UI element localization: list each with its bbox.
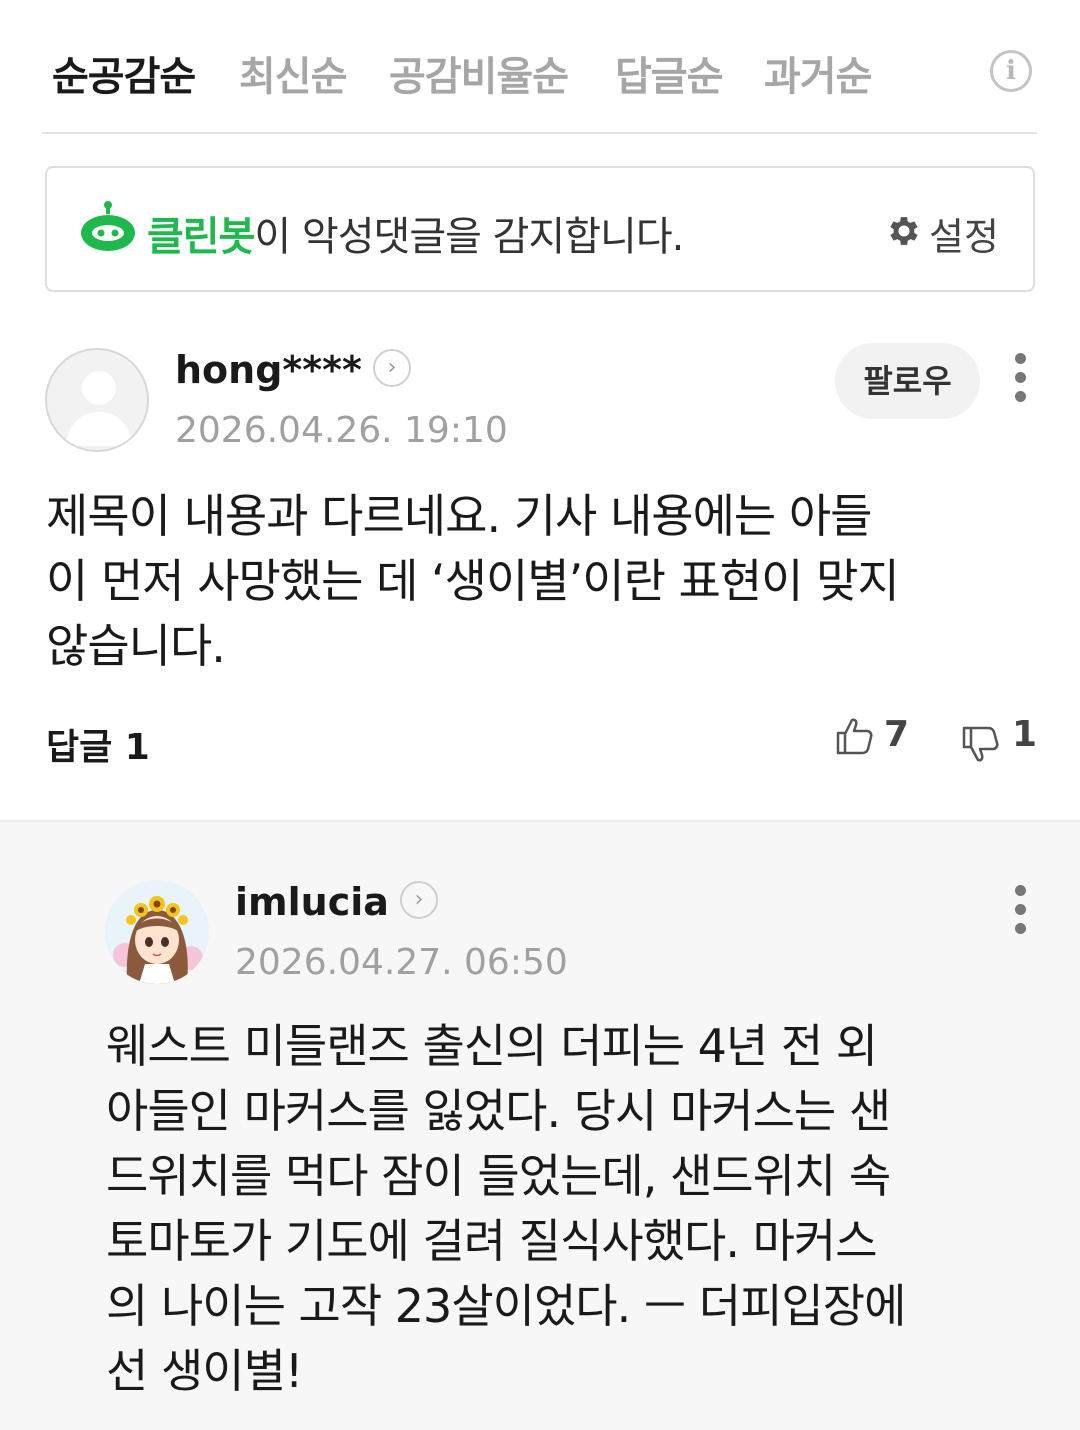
comment-timestamp: 2026.04.26. 19:10 — [175, 410, 508, 451]
comment-username[interactable]: hong**** — [175, 348, 362, 392]
reply-line: 아들인 마커스를 잃었다. 당시 마커스는 샌 — [106, 1084, 891, 1138]
reply-section: imlucia › 2026.04.27. 06:50 웨스트 미들랜즈 출신의… — [0, 820, 1080, 1430]
tab-sort-likes[interactable]: 순공감순 — [52, 44, 196, 102]
reply-line: 토마토가 기도에 걸려 질식사했다. 마커스 — [106, 1214, 878, 1268]
more-vertical-icon[interactable] — [1010, 353, 1030, 403]
reply-username[interactable]: imlucia — [235, 880, 389, 924]
tab-sort-latest[interactable]: 최신순 — [239, 44, 347, 102]
thumbs-up-icon — [836, 718, 873, 755]
info-icon[interactable]: i — [990, 50, 1032, 92]
cleanbot-message: 이 악성댓글을 감지합니다. — [254, 214, 684, 260]
like-button[interactable]: 7 — [834, 714, 910, 762]
dislike-button[interactable]: 1 — [960, 714, 1038, 768]
comment-line: 제목이 내용과 다르네요. 기사 내용에는 아들 — [46, 489, 873, 543]
follow-button[interactable]: 팔로우 — [835, 343, 980, 419]
character-avatar-icon — [105, 880, 209, 984]
chevron-right-icon[interactable]: › — [400, 881, 438, 919]
cleanbot-icon — [81, 201, 135, 251]
comment-line: 이 먼저 사망했는 데 ‘생이별’이란 표현이 맞지 — [46, 554, 900, 608]
dislike-count: 1 — [1012, 714, 1038, 755]
comment-line: 않습니다. — [46, 619, 226, 673]
reply-line: 선 생이별! — [106, 1344, 303, 1398]
cleanbot-settings-label[interactable]: 설정 — [929, 206, 999, 261]
thumbs-down-icon — [962, 726, 999, 762]
reply-button[interactable]: 답글 1 — [46, 718, 150, 770]
more-vertical-icon[interactable] — [1010, 885, 1030, 935]
sort-bar: 순공감순 최신순 공감비율순 답글순 과거순 i — [42, 0, 1037, 134]
reply-line: 웨스트 미들랜즈 출신의 더피는 4년 전 외 — [106, 1019, 878, 1073]
tab-sort-oldest[interactable]: 과거순 — [764, 44, 872, 102]
gear-icon[interactable] — [885, 212, 923, 250]
cleanbot-text: 클린봇이 악성댓글을 감지합니다. — [147, 204, 684, 262]
chevron-right-icon[interactable]: › — [373, 349, 411, 387]
default-avatar-icon — [65, 371, 133, 446]
reply-line: 드위치를 먹다 잠이 들었는데, 샌드위치 속 — [106, 1149, 891, 1203]
reply-body: 웨스트 미들랜즈 출신의 더피는 4년 전 외 아들인 마커스를 잃었다. 당시… — [106, 1014, 1006, 1404]
comment-body: 제목이 내용과 다르네요. 기사 내용에는 아들 이 먼저 사망했는 데 ‘생이… — [46, 484, 1006, 679]
like-count: 7 — [884, 714, 910, 755]
cleanbot-name[interactable]: 클린봇 — [147, 214, 255, 260]
cleanbot-notice: 클린봇이 악성댓글을 감지합니다. 설정 — [45, 166, 1035, 292]
tab-sort-replies[interactable]: 답글순 — [615, 44, 723, 102]
avatar[interactable] — [45, 348, 149, 452]
reply-line: 의 나이는 고작 23살이었다. ㅡ 더피입장에 — [106, 1279, 906, 1333]
reply-avatar[interactable] — [105, 880, 209, 984]
reply-timestamp: 2026.04.27. 06:50 — [235, 942, 568, 983]
tab-sort-like-ratio[interactable]: 공감비율순 — [389, 44, 569, 102]
